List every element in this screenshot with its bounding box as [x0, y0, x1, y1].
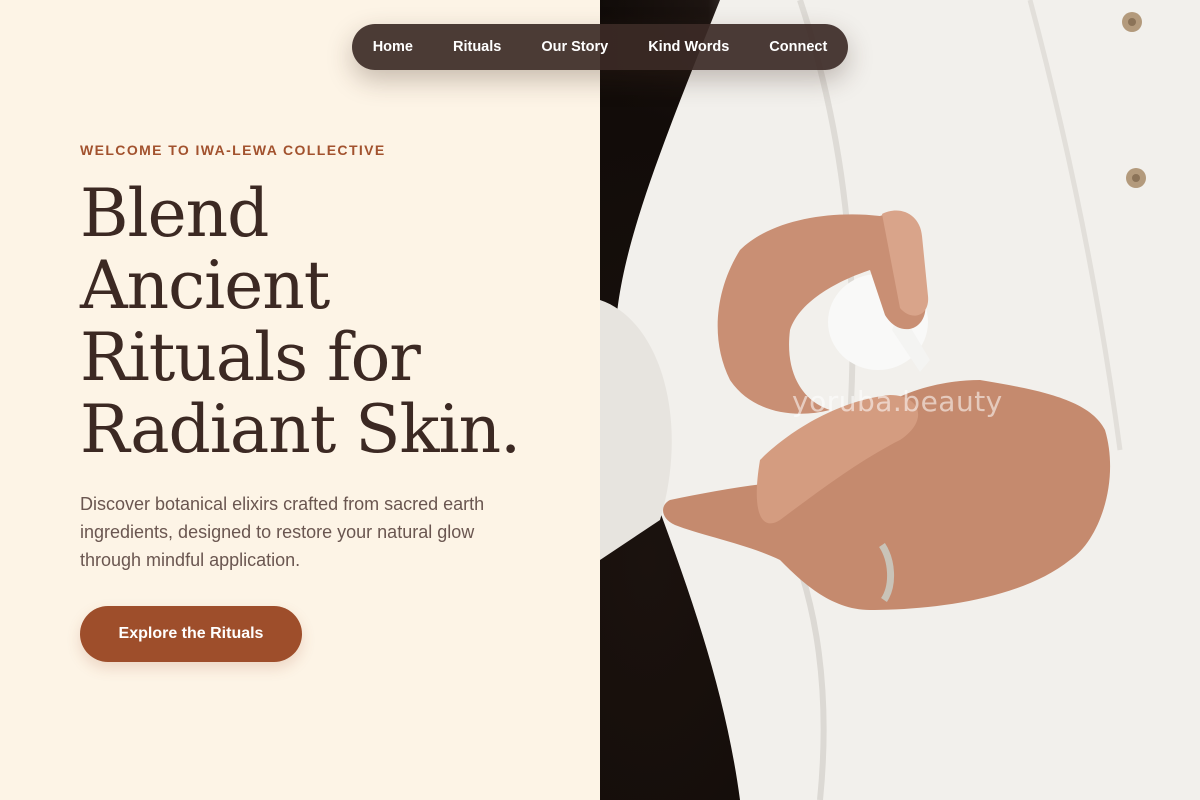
headline-line: Ancient	[80, 247, 330, 324]
hero-description: Discover botanical elixirs crafted from …	[80, 494, 485, 570]
nav-home[interactable]: Home	[353, 24, 433, 70]
hero-image: yoruba.beauty	[600, 0, 1200, 800]
nav-kind-words[interactable]: Kind Words	[628, 24, 749, 70]
hero-headline: Blend Ancient Rituals for Radiant Skin.	[80, 178, 580, 466]
headline-line: Rituals for	[80, 319, 421, 396]
headline-line: Radiant Skin.	[80, 391, 521, 468]
explore-rituals-button[interactable]: Explore the Rituals	[80, 606, 302, 662]
nav-our-story[interactable]: Our Story	[521, 24, 628, 70]
image-watermark: yoruba.beauty	[792, 385, 1003, 418]
nav-rituals[interactable]: Rituals	[433, 24, 521, 70]
headline-line: Blend	[80, 175, 269, 252]
nav-connect[interactable]: Connect	[749, 24, 847, 70]
hero-text-panel: WELCOME TO IWA-LEWA COLLECTIVE Blend Anc…	[0, 0, 600, 800]
hero-eyebrow: WELCOME TO IWA-LEWA COLLECTIVE	[80, 142, 386, 158]
main-nav: Home Rituals Our Story Kind Words Connec…	[352, 24, 848, 70]
